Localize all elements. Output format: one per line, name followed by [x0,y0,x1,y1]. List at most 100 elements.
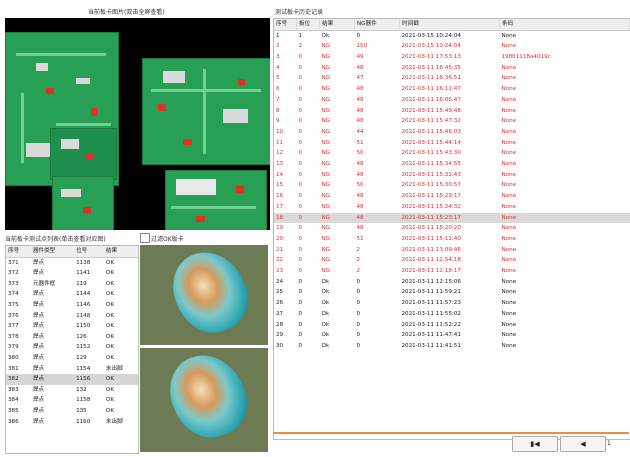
history-cell: 50 [356,182,364,189]
points-table-row[interactable]: 375 焊点 1146 OK [6,300,138,311]
history-cell: 0 [298,150,303,157]
filter-ok-checkbox[interactable] [140,233,150,243]
history-column-header[interactable]: 结果 [319,19,355,31]
points-table-row[interactable]: 380 焊点 129 OK [6,353,138,364]
history-cell: 26 [276,300,284,307]
history-cell: 48 [356,86,364,93]
history-table-row[interactable]: 15 0 NG 50 2021-03-11 15:30:57 None [274,180,630,191]
points-table-row[interactable]: 384 焊点 1158 OK [6,395,138,406]
points-cell: OK [105,397,114,404]
skip-to-start-button[interactable]: ▮◀ [512,436,558,452]
history-table-row[interactable]: 18 0 NG 48 2021-03-11 15:23:17 None [274,212,630,224]
points-column-header[interactable]: 序号 [6,246,31,258]
history-cell: 2021-03-11 16:11:47 [401,86,461,93]
points-cell: OK [105,386,114,393]
history-cell: 0 [356,300,361,307]
history-cell: 2021-03-15 10:24:04 [401,43,461,50]
history-cell: Ok [321,332,330,339]
history-cell: 0 [298,54,303,60]
history-table-row[interactable]: 1 1 Ok 0 2021-03-15 10:24:04 None [274,30,630,41]
accent-divider [273,432,629,434]
history-cell: 2021-03-11 15:43:30 [401,150,461,157]
history-cell: 2021-03-11 15:29:17 [401,193,461,200]
history-cell: None [501,182,517,189]
board-image[interactable] [5,18,270,230]
points-cell: 焊点 [32,259,45,266]
points-table-row[interactable]: 376 焊点 1148 OK [6,311,138,322]
points-table-row[interactable]: 382 焊点 1156 OK [6,374,138,385]
zoom-image-top[interactable] [140,245,268,345]
points-table-row[interactable]: 385 焊点 135 OK [6,406,138,417]
history-cell: None [501,203,517,210]
points-table-row[interactable]: 381 焊点 1154 未出脚 [6,364,138,375]
points-column-header[interactable]: 位号 [74,246,104,258]
history-table-row[interactable]: 26 0 Ok 0 2021-03-11 11:57:23 None [274,298,630,309]
history-cell: 0 [356,278,361,285]
history-table-row[interactable]: 29 0 Ok 0 2021-03-11 11:47:41 None [274,330,630,341]
points-table-row[interactable]: 378 焊点 126 OK [6,332,138,343]
history-cell: 0 [356,332,361,339]
history-table-row[interactable]: 10 0 NG 44 2021-03-11 15:46:03 None [274,127,630,138]
history-cell: NG [321,86,331,93]
history-table-row[interactable]: 16 0 NG 48 2021-03-11 15:29:17 None [274,191,630,202]
history-table-row[interactable]: 12 0 NG 50 2021-03-11 15:43:30 None [274,148,630,159]
points-table-row[interactable]: 373 元器件框 119 OK [6,279,138,290]
history-table-row[interactable]: 14 0 NG 48 2021-03-11 15:32:43 None [274,170,630,181]
history-cell: 2 [356,257,361,264]
history-table-row[interactable]: 11 0 NG 51 2021-03-11 15:44:14 None [274,138,630,149]
history-table-row[interactable]: 5 0 NG 47 2021-03-11 16:36:51 None [274,73,630,84]
points-cell: 1150 [76,323,91,330]
history-cell: 2021-03-11 15:46:03 [401,128,461,135]
history-table-row[interactable]: 27 0 Ok 0 2021-03-11 11:55:02 None [274,309,630,320]
history-column-header[interactable]: 条码 [499,19,630,31]
points-cell: 1146 [76,301,91,308]
history-cell: 0 [298,193,303,200]
history-table-row[interactable]: 2 2 NG 150 2021-03-15 10:24:04 None [274,41,630,52]
history-table-row[interactable]: 13 0 NG 48 2021-03-11 15:34:55 None [274,159,630,170]
history-table-row[interactable]: 22 0 NG 2 2021-03-11 12:54:18 None [274,255,630,266]
history-column-header[interactable]: NG器件 [354,19,400,31]
history-cell: 48 [354,212,400,224]
history-table-row[interactable]: 23 0 NG 2 2021-03-11 12:18:17 None [274,266,630,277]
zoom-image-bottom[interactable] [140,348,268,452]
history-table-row[interactable]: 24 0 Ok 0 2021-03-11 12:15:06 None [274,277,630,288]
history-table-row[interactable]: 20 0 NG 51 2021-03-11 15:12:40 None [274,234,630,245]
history-column-header[interactable]: 板位 [296,19,320,31]
points-table-row[interactable]: 379 焊点 1152 OK [6,342,138,353]
history-table-row[interactable]: 4 0 NG 48 2021-03-11 16:45:35 None [274,63,630,74]
history-cell: 0 [298,332,303,339]
history-table-row[interactable]: 19 0 NG 48 2021-03-11 15:20:20 None [274,223,630,234]
points-cell: OK [105,291,114,298]
points-table-row[interactable]: 377 焊点 1150 OK [6,321,138,332]
history-table-row[interactable]: 6 0 NG 48 2021-03-11 16:11:47 None [274,84,630,95]
points-table-row[interactable]: 374 焊点 1144 OK [6,289,138,300]
points-cell: 380 [8,354,19,361]
points-table-row[interactable]: 383 焊点 132 OK [6,385,138,396]
points-table-row[interactable]: 386 焊点 1160 未出脚 [6,417,138,428]
history-table-row[interactable]: 3 0 NG 49 2021-03-11 17:53:13 19861118a4019c [274,52,630,63]
history-cell: 0 [298,161,303,168]
history-table-row[interactable]: 21 0 NG 2 2021-03-11 13:09:46 None [274,245,630,256]
history-table-row[interactable]: 25 0 Ok 0 2021-03-11 11:59:21 None [274,287,630,298]
history-cell: 30 [276,342,284,349]
history-column-header[interactable]: 序号 [274,19,297,31]
history-table-row[interactable]: 28 0 Ok 0 2021-03-11 11:52:22 None [274,320,630,331]
history-cell: None [501,310,517,317]
history-table-row[interactable]: 7 0 NG 48 2021-03-11 16:06:47 None [274,95,630,106]
history-column-header[interactable]: 时间戳 [399,19,500,31]
history-cell: 5 [276,75,280,82]
previous-page-button[interactable]: ◀ [560,436,606,452]
points-table-row[interactable]: 372 焊点 1141 OK [6,268,138,279]
history-table-row[interactable]: 8 0 NG 48 2021-03-11 15:49:48 None [274,106,630,117]
history-cell: 0 [298,107,303,114]
history-cell: NG [321,193,331,200]
history-cell: 4 [276,64,280,71]
history-table-row[interactable]: 9 0 NG 48 2021-03-11 15:47:32 None [274,116,630,127]
points-table-row[interactable]: 371 焊点 1138 OK [6,257,138,268]
points-column-header[interactable]: 结果 [103,246,138,258]
points-cell: 379 [8,344,19,351]
history-cell: 2021-03-11 15:32:43 [401,171,461,178]
history-table-row[interactable]: 17 0 NG 48 2021-03-11 15:24:32 None [274,202,630,213]
points-column-header[interactable]: 器件类型 [30,246,75,258]
history-table-row[interactable]: 30 0 Ok 0 2021-03-11 11:41:51 None [274,341,630,352]
